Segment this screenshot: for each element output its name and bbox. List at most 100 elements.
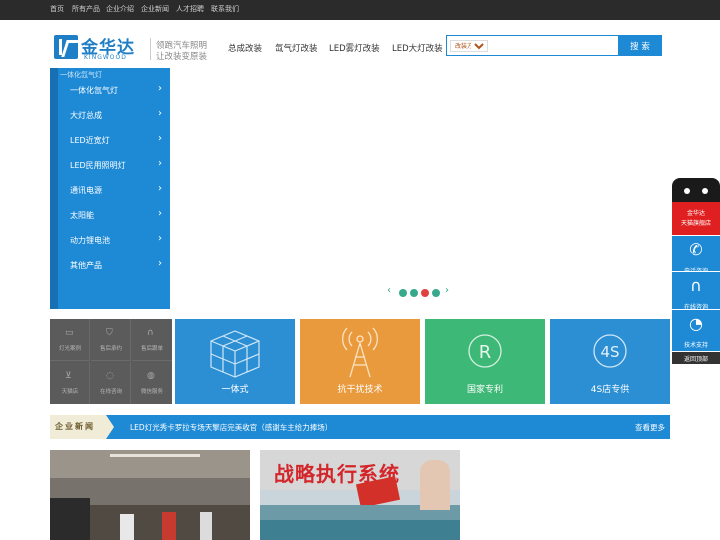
tile-integrated[interactable]: 一体式 [175, 319, 295, 404]
news-tag-label: 企业新闻 [55, 422, 95, 431]
cat-eye-left [684, 188, 690, 194]
service-followup[interactable]: ∩ 售后跟单 [132, 319, 172, 361]
sidebar-support[interactable]: ◔ 技术支持 [672, 309, 720, 351]
menu-item-label: 其他产品 [70, 261, 102, 270]
service-wechat[interactable]: ◍ 微信服务 [132, 362, 172, 404]
back-to-top-button[interactable]: 返回顶部 [672, 352, 720, 364]
slogan-line-2: 让改装变原装 [156, 52, 208, 62]
top-utility-bar: 首页 所有产品 企业介绍 企业新闻 人才招聘 联系我们 [0, 0, 720, 20]
sidebar-tmall-line-2: 天猫旗舰店 [680, 220, 711, 227]
photo-white-shirt [200, 512, 212, 540]
logo-k-icon [54, 35, 78, 59]
service-label: 在线咨询 [99, 389, 122, 395]
menu-item-lithium[interactable]: 动力锂电池 › [58, 228, 170, 253]
tile-anti-interference[interactable]: 抗干扰技术 [300, 319, 420, 404]
sidebar-online[interactable]: ∩ 在线咨询 [672, 271, 720, 313]
service-grid: ▭ 灯光案例 ⛉ 售后承约 ∩ 售后跟单 ⊻ 天猫店 ◌ 在线咨询 ◍ 微信服务 [50, 319, 172, 404]
menu-item-label: 大灯总成 [70, 111, 102, 120]
chevron-right-icon: › [158, 83, 162, 94]
menu-item-other[interactable]: 其他产品 › [58, 253, 170, 278]
topnav-contact[interactable]: 联系我们 [211, 4, 239, 14]
news-photo-team[interactable] [50, 450, 250, 540]
tmall-cat-icon [672, 178, 720, 202]
service-warranty[interactable]: ⛉ 售后承约 [91, 319, 131, 361]
topnav-home[interactable]: 首页 [50, 4, 64, 14]
slider-dot-4[interactable] [432, 289, 440, 297]
menu-item-solar[interactable]: 太阳能 › [58, 203, 170, 228]
menu-item-led-width[interactable]: LED近宽灯 › [58, 128, 170, 153]
menu-side-strip [50, 68, 58, 309]
menu-item-label: 太阳能 [70, 211, 94, 220]
badge-4s-glyph: 4S [600, 343, 619, 361]
topnav-news[interactable]: 企业新闻 [141, 4, 169, 14]
registered-glyph: R [479, 342, 492, 363]
menu-item-headlamp[interactable]: 大灯总成 › [58, 103, 170, 128]
search-input[interactable] [491, 38, 616, 53]
headset-icon: ∩ [147, 328, 154, 338]
service-tmall[interactable]: ⊻ 天猫店 [50, 362, 90, 404]
slider-dot-3[interactable] [421, 289, 429, 297]
topnav-products[interactable]: 所有产品 [72, 4, 100, 14]
slider-controls: ‹ › [387, 285, 455, 299]
chevron-right-icon: › [158, 258, 162, 269]
badge-4s-icon: 4S [593, 334, 627, 368]
sidebar-tmall-store[interactable]: 金华达 天猫旗舰店 [672, 202, 720, 235]
tile-patent[interactable]: R 国家专利 [425, 319, 545, 404]
nav-xenon[interactable]: 氙气灯改装 [275, 42, 318, 54]
service-label: 售后承约 [99, 346, 122, 352]
site-logo[interactable]: 金华达 KINGWOOD [54, 35, 148, 63]
antenna-icon [341, 327, 379, 378]
photo-crowd-front [260, 520, 460, 540]
menu-item-telecom-power[interactable]: 通讯电源 › [58, 178, 170, 203]
chevron-right-icon: › [158, 133, 162, 144]
service-cases[interactable]: ▭ 灯光案例 [50, 319, 90, 361]
menu-item-label: 一体化氙气灯 [70, 86, 118, 95]
tile-label: 抗干扰技术 [337, 385, 383, 395]
category-menu: 一体化氙气灯 一体化氙气灯 › 大灯总成 › LED近宽灯 › LED民用照明灯… [50, 68, 170, 309]
topnav-careers[interactable]: 人才招聘 [176, 4, 204, 14]
topnav-about[interactable]: 企业介绍 [106, 4, 134, 14]
chat-bubble-icon: ◔ [689, 314, 703, 333]
search-button[interactable]: 搜 索 [618, 35, 662, 56]
tile-4s-exclusive[interactable]: 4S 4S店专供 [550, 319, 670, 404]
nav-led-head[interactable]: LED大灯改装 [392, 42, 443, 54]
photo-white-shirt [120, 514, 134, 540]
tile-label: 4S店专供 [590, 385, 630, 395]
photo-banner-dark [50, 498, 90, 540]
menu-item-label: 动力锂电池 [70, 236, 110, 245]
nav-assembly[interactable]: 总成改装 [228, 42, 262, 54]
service-label: 微信服务 [140, 389, 163, 395]
headset-icon: ∩ [690, 276, 702, 295]
slider-next-arrow-icon[interactable]: › [445, 285, 449, 296]
service-online[interactable]: ◌ 在线咨询 [91, 362, 131, 404]
nav-led-fog[interactable]: LED雾灯改装 [329, 42, 380, 54]
menu-item-led-civil[interactable]: LED民用照明灯 › [58, 153, 170, 178]
news-tag: 企业新闻 [50, 415, 114, 439]
photo-light-strip [110, 454, 200, 457]
chat-icon: ◌ [106, 371, 114, 381]
search-category-select[interactable]: 改装方案 [450, 40, 488, 52]
menu-item-xenon[interactable]: 一体化氙气灯 › [58, 78, 170, 103]
news-bar: 企业新闻 LED灯光秀卡罗拉专场天擎店完美收官（感谢车主给力捧场） 查看更多 [50, 415, 670, 439]
cat-eye-right [702, 188, 708, 194]
search-box: 改装方案 搜 索 [446, 35, 662, 56]
tile-label: 国家专利 [466, 385, 503, 395]
logo-divider [150, 38, 151, 60]
photo-speaker [420, 460, 450, 510]
news-headline-link[interactable]: LED灯光秀卡罗拉专场天擎店完美收官（感谢车主给力捧场） [130, 422, 332, 433]
sidebar-tmall-line-1: 金华达 [686, 210, 705, 217]
news-more-link[interactable]: 查看更多 [635, 422, 665, 433]
case-icon: ▭ [65, 328, 74, 338]
phone-icon: ✆ [689, 240, 703, 259]
shield-icon: ⛉ [106, 328, 113, 338]
slider-prev-arrow-icon[interactable]: ‹ [387, 285, 391, 296]
chevron-right-icon: › [158, 158, 162, 169]
news-photo-training[interactable]: 战略执行系统 [260, 450, 460, 540]
menu-item-label: LED近宽灯 [70, 136, 110, 145]
slider-dot-1[interactable] [399, 289, 407, 297]
registered-icon: R [468, 334, 502, 368]
chevron-right-icon: › [158, 108, 162, 119]
service-label: 天猫店 [61, 389, 79, 395]
back-to-top-label: 返回顶部 [683, 356, 708, 363]
slider-dot-2[interactable] [410, 289, 418, 297]
